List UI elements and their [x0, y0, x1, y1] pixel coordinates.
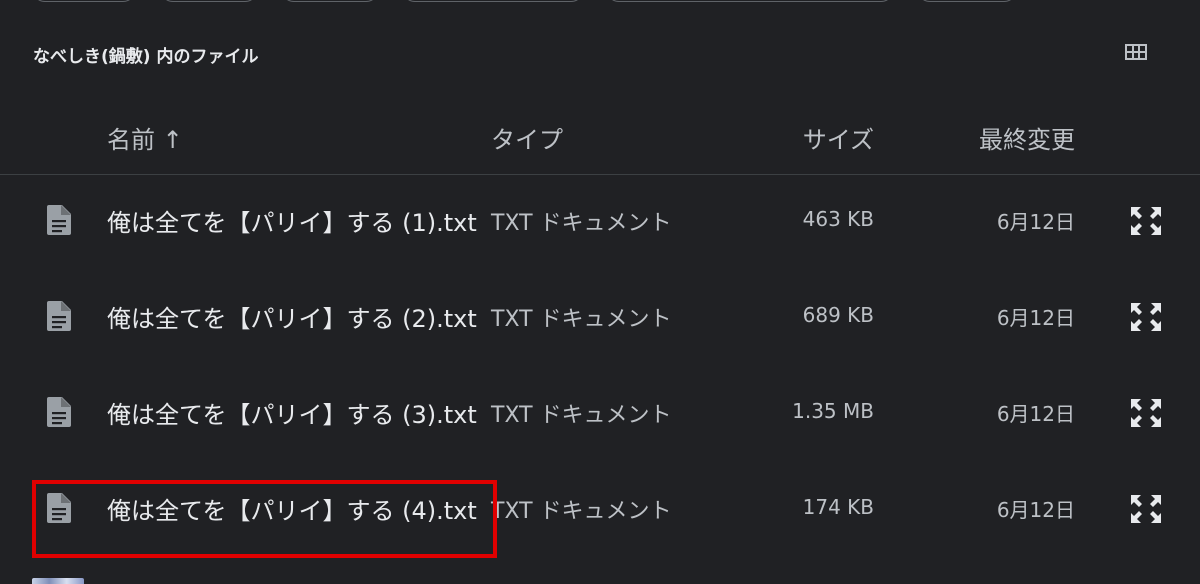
column-header: 名前 ↑ タイプ サイズ 最終変更: [0, 100, 1200, 175]
file-size: 174 KB: [802, 495, 874, 519]
file-browser: なべしき(鍋敷) 内のファイル 名前 ↑ タイプ サイズ 最終変更 俺は全てを【…: [0, 0, 1200, 584]
text-file-icon: [47, 301, 71, 331]
expand-icon: [1128, 495, 1164, 530]
file-row[interactable]: 俺は全てを【パリイ】する (2).txt TXT ドキュメント 689 KB 6…: [0, 270, 1200, 366]
expand-icon: [1128, 303, 1164, 338]
column-size[interactable]: サイズ: [803, 120, 874, 155]
text-file-icon: [47, 493, 71, 523]
file-name: 俺は全てを【パリイ】する (4).txt: [107, 497, 477, 525]
text-file-icon: [47, 397, 71, 427]
file-size: 463 KB: [802, 207, 874, 231]
filter-chip[interactable]: [606, 0, 894, 2]
file-name: 俺は全てを【パリイ】する (3).txt: [107, 401, 477, 429]
filter-chip[interactable]: [402, 0, 584, 2]
filter-chip[interactable]: [917, 0, 1017, 2]
open-preview-button[interactable]: [1128, 396, 1164, 430]
thumbnail-image: [32, 578, 84, 584]
file-modified: 6月12日: [996, 210, 1075, 234]
file-name: 俺は全てを【パリイ】する (1).txt: [107, 209, 477, 237]
filter-chip[interactable]: [160, 0, 258, 2]
open-preview-button[interactable]: [1128, 300, 1164, 334]
grid-view-button[interactable]: [1122, 42, 1150, 66]
expand-icon: [1128, 399, 1164, 434]
open-preview-button[interactable]: [1128, 492, 1164, 526]
file-row[interactable]: 俺は全てを【パリイ】する (1).txt TXT ドキュメント 463 KB 6…: [0, 174, 1200, 270]
text-file-icon: [47, 205, 71, 235]
file-size: 1.35 MB: [792, 399, 874, 423]
file-modified: 6月12日: [996, 498, 1075, 522]
column-modified[interactable]: 最終変更: [979, 120, 1075, 155]
filter-chip[interactable]: [32, 0, 136, 2]
file-type: TXT ドキュメント: [491, 307, 672, 332]
file-name: 俺は全てを【パリイ】する (2).txt: [107, 305, 477, 333]
folder-title: なべしき(鍋敷) 内のファイル: [33, 47, 259, 67]
filter-chip[interactable]: [281, 0, 379, 2]
file-modified: 6月12日: [996, 306, 1075, 330]
file-type: TXT ドキュメント: [491, 499, 672, 524]
file-row[interactable]: 俺は全てを【パリイ】する (4).txt TXT ドキュメント 174 KB 6…: [0, 462, 1200, 558]
grid-view-icon: [1125, 44, 1147, 64]
file-row[interactable]: 俺は全てを【パリイ】する (3).txt TXT ドキュメント 1.35 MB …: [0, 366, 1200, 462]
file-type: TXT ドキュメント: [491, 403, 672, 428]
file-type: TXT ドキュメント: [491, 211, 672, 236]
open-preview-button[interactable]: [1128, 204, 1164, 238]
expand-icon: [1128, 207, 1164, 242]
column-type[interactable]: タイプ: [491, 120, 563, 155]
file-modified: 6月12日: [996, 402, 1075, 426]
column-name-sort[interactable]: 名前 ↑: [107, 120, 183, 155]
file-size: 689 KB: [802, 303, 874, 327]
